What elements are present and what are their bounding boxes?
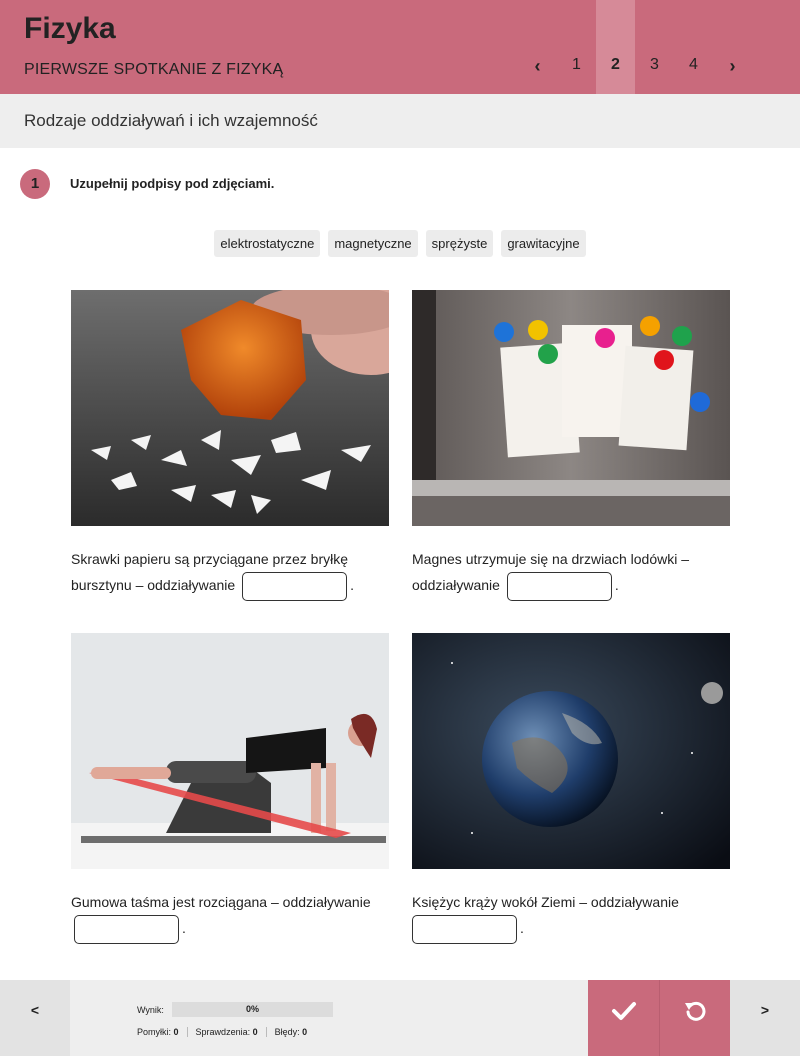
- exercise-card: Gumowa taśma jest rozciągana – oddziaływ…: [71, 633, 389, 944]
- caption-period: .: [350, 577, 354, 594]
- errors-label: Błędy:: [274, 1027, 300, 1037]
- page-button-4[interactable]: 4: [674, 0, 713, 94]
- caption-text: Księżyc krąży wokół Ziemi – oddziaływani…: [412, 894, 679, 910]
- answer-drop-field[interactable]: [506, 572, 612, 601]
- next-page-button[interactable]: ›: [713, 0, 752, 94]
- exercise-card: Magnes utrzymuje się na drzwiach lodówki…: [412, 290, 730, 601]
- page-pagination: ‹ 1 2 3 4 ›: [518, 0, 752, 94]
- caption-period: .: [614, 577, 619, 594]
- score-progress-bar: 0%: [172, 1002, 333, 1017]
- word-bank: elektrostatyczne magnetyczne sprężyste g…: [0, 230, 800, 257]
- check-icon: [612, 1002, 636, 1020]
- score-value: 0%: [245, 1004, 259, 1014]
- card-caption: Gumowa taśma jest rozciągana – oddziaływ…: [71, 890, 389, 944]
- caption-text: Gumowa taśma jest rozciągana – oddziaływ…: [71, 894, 371, 910]
- amber-paper-photo: [71, 290, 389, 526]
- page-button-2[interactable]: 2: [596, 0, 635, 94]
- exercise-instruction: Uzupełnij podpisy pod zdjęciami.: [70, 176, 275, 191]
- mistakes-stat: Pomyłki: 0: [137, 1027, 187, 1037]
- page-button-1[interactable]: 1: [557, 0, 596, 94]
- mistakes-label: Pomyłki:: [137, 1027, 172, 1037]
- mistakes-value: 0: [173, 1027, 179, 1037]
- stats-row: Pomyłki: 0 Sprawdzenia: 0 Błędy: 0: [137, 1027, 315, 1037]
- word-chip[interactable]: elektrostatyczne: [214, 230, 321, 257]
- answer-drop-field[interactable]: [412, 915, 517, 944]
- caption-period: .: [182, 920, 186, 937]
- checks-label: Sprawdzenia:: [195, 1027, 251, 1037]
- card-caption: Magnes utrzymuje się na drzwiach lodówki…: [412, 547, 730, 601]
- word-chip[interactable]: grawitacyjne: [501, 230, 586, 257]
- word-chip[interactable]: magnetyczne: [328, 230, 418, 257]
- check-answers-button[interactable]: [588, 980, 659, 1056]
- prev-exercise-button[interactable]: <: [0, 980, 70, 1056]
- caption-period: .: [520, 920, 524, 937]
- section-title: Rodzaje oddziaływań i ich wzajemność: [24, 111, 318, 130]
- errors-stat: Błędy: 0: [265, 1027, 316, 1037]
- score-label: Wynik:: [137, 1005, 164, 1015]
- page-button-3[interactable]: 3: [635, 0, 674, 94]
- card-caption: Księżyc krąży wokół Ziemi – oddziaływani…: [412, 890, 730, 944]
- word-chip[interactable]: sprężyste: [425, 230, 494, 257]
- earth-moon-photo: [412, 633, 730, 869]
- section-bar: Rodzaje oddziaływań i ich wzajemność: [0, 94, 800, 148]
- exercise-number-badge: 1: [20, 169, 50, 199]
- footer-bar: < Wynik: 0% Pomyłki: 0 Sprawdzenia: 0 Bł…: [0, 980, 800, 1056]
- errors-value: 0: [302, 1027, 308, 1037]
- checks-value: 0: [252, 1027, 258, 1037]
- checks-stat: Sprawdzenia: 0: [186, 1027, 266, 1037]
- next-exercise-button[interactable]: >: [730, 980, 800, 1056]
- app-title: Fizyka: [24, 12, 116, 45]
- fridge-magnets-photo: [412, 290, 730, 526]
- exercise-card: Księżyc krąży wokół Ziemi – oddziaływani…: [412, 633, 730, 944]
- app-header: Fizyka PIERWSZE SPOTKANIE Z FIZYKĄ ‹ 1 2…: [0, 0, 800, 94]
- reset-icon: [685, 1001, 706, 1021]
- answer-drop-field[interactable]: [242, 572, 348, 601]
- answer-drop-field[interactable]: [74, 915, 179, 944]
- exercise-card: Skrawki papieru są przyciągane przez bry…: [71, 290, 389, 601]
- reset-button[interactable]: [659, 980, 730, 1056]
- prev-page-button[interactable]: ‹: [518, 0, 557, 94]
- chapter-title: PIERWSZE SPOTKANIE Z FIZYKĄ: [24, 61, 284, 78]
- resistance-band-photo: [71, 633, 389, 869]
- card-caption: Skrawki papieru są przyciągane przez bry…: [71, 547, 389, 601]
